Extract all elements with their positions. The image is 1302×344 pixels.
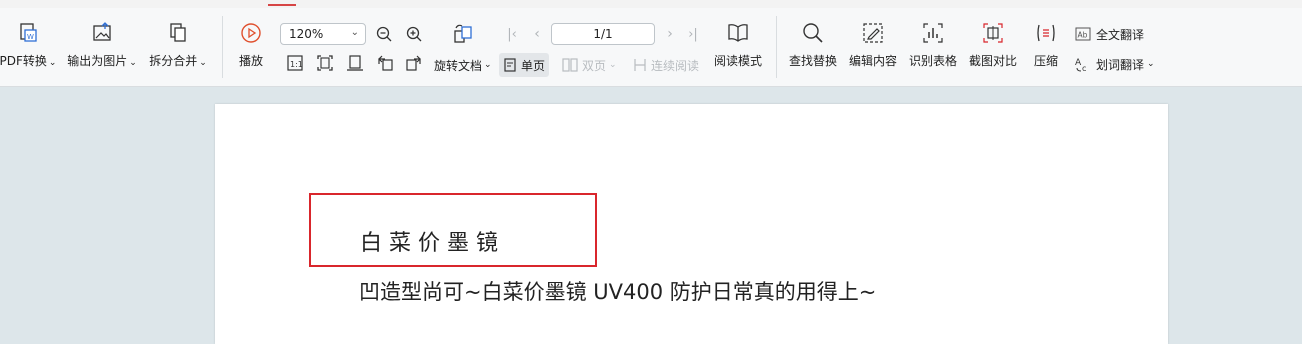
page-indicator: 1/1 bbox=[593, 27, 613, 41]
double-page-icon bbox=[562, 58, 578, 72]
compress-label: 压缩 bbox=[1033, 54, 1058, 68]
svg-text:1:1: 1:1 bbox=[290, 60, 303, 69]
toolbar-divider bbox=[222, 16, 223, 78]
document-title: 白菜价墨镜 bbox=[360, 231, 506, 256]
chevron-down-icon: ⌄ bbox=[48, 58, 57, 68]
page-number-input[interactable]: 1/1 bbox=[551, 23, 655, 45]
svg-text:c: c bbox=[1082, 64, 1086, 72]
pdf-convert-icon: W bbox=[17, 22, 39, 44]
pdf-convert-label: PDF转换 bbox=[0, 54, 47, 68]
screenshot-compare-button[interactable]: 截图对比 bbox=[967, 22, 1019, 69]
zoom-value: 120% bbox=[289, 27, 324, 41]
find-replace-label: 查找替换 bbox=[788, 54, 837, 68]
word-translate-icon: Ac bbox=[1075, 58, 1086, 72]
fit-page-icon bbox=[317, 55, 333, 71]
full-translate-label: 全文翻译 bbox=[1096, 27, 1145, 42]
image-export-icon bbox=[91, 22, 113, 44]
rotate-left-icon bbox=[378, 55, 393, 71]
document-body-text: 凹造型尚可~白菜价墨镜 UV400 防护日常真的用得上~ bbox=[359, 280, 877, 304]
actual-size-button[interactable]: 1:1 bbox=[285, 53, 305, 73]
play-label: 播放 bbox=[238, 54, 263, 68]
first-page-icon: |‹ bbox=[507, 26, 517, 42]
title-bar-strip bbox=[0, 0, 1302, 8]
active-tab-indicator bbox=[268, 4, 296, 6]
fit-width-button[interactable] bbox=[345, 53, 365, 73]
chevron-down-icon: ⌄ bbox=[350, 27, 359, 38]
table-recognize-icon bbox=[922, 22, 944, 44]
full-translate-button[interactable]: Ab 全文翻译 bbox=[1075, 22, 1144, 46]
fit-width-icon bbox=[347, 55, 363, 71]
recognize-table-label: 识别表格 bbox=[908, 54, 957, 68]
word-translate-button[interactable]: Ac 划词翻译 ⌄ bbox=[1075, 52, 1155, 76]
double-page-label: 双页 bbox=[582, 58, 607, 73]
prev-page-button[interactable]: ‹ bbox=[530, 25, 544, 43]
toolbar-divider bbox=[776, 16, 777, 78]
continuous-read-label: 连续阅读 bbox=[651, 58, 700, 73]
pdf-convert-button[interactable]: W PDF转换 ⌄ bbox=[0, 22, 56, 69]
split-merge-label: 拆分合并 bbox=[149, 54, 198, 68]
chevron-right-icon: › bbox=[667, 26, 673, 42]
continuous-read-icon bbox=[634, 59, 646, 71]
svg-text:W: W bbox=[27, 33, 34, 41]
svg-text:Ab: Ab bbox=[1078, 31, 1088, 40]
single-page-icon bbox=[504, 58, 516, 72]
compress-button[interactable]: 压缩 bbox=[1031, 22, 1061, 69]
search-icon bbox=[802, 22, 824, 44]
document-page: 白菜价墨镜 凹造型尚可~白菜价墨镜 UV400 防护日常真的用得上~ bbox=[215, 104, 1168, 344]
play-icon bbox=[240, 22, 262, 44]
edit-content-label: 编辑内容 bbox=[848, 54, 897, 68]
split-merge-icon bbox=[167, 22, 189, 44]
word-translate-label: 划词翻译 bbox=[1096, 57, 1145, 72]
reading-mode-button[interactable]: 阅读模式 bbox=[713, 22, 763, 69]
chevron-down-icon: ⌄ bbox=[199, 58, 207, 68]
double-page-button[interactable]: 双页 ⌄ bbox=[562, 53, 617, 77]
next-page-button[interactable]: › bbox=[663, 25, 677, 43]
svg-text:A: A bbox=[1075, 58, 1082, 68]
screenshot-compare-icon bbox=[982, 22, 1004, 44]
play-button[interactable]: 播放 bbox=[236, 22, 266, 69]
zoom-out-icon bbox=[376, 26, 392, 42]
first-page-button[interactable]: |‹ bbox=[505, 25, 519, 43]
zoom-select[interactable]: 120% ⌄ bbox=[280, 23, 366, 45]
rotate-document-button[interactable]: 旋转文档 ⌄ bbox=[434, 53, 492, 77]
last-page-button[interactable]: ›| bbox=[686, 25, 700, 43]
export-image-label: 输出为图片 bbox=[67, 54, 128, 68]
compress-icon bbox=[1035, 22, 1057, 44]
export-image-button[interactable]: 输出为图片 ⌄ bbox=[66, 22, 138, 69]
zoom-in-button[interactable] bbox=[404, 24, 424, 44]
rotate-document-icon bbox=[451, 22, 475, 46]
reading-mode-label: 阅读模式 bbox=[713, 54, 762, 68]
rotate-right-icon bbox=[406, 55, 421, 71]
chevron-down-icon: ⌄ bbox=[609, 60, 617, 70]
continuous-read-button[interactable]: 连续阅读 bbox=[633, 53, 699, 77]
find-replace-button[interactable]: 查找替换 bbox=[788, 22, 838, 69]
chevron-left-icon: ‹ bbox=[534, 26, 540, 42]
split-merge-button[interactable]: 拆分合并 ⌄ bbox=[147, 22, 209, 69]
recognize-table-button[interactable]: 识别表格 bbox=[908, 22, 958, 69]
single-page-button[interactable]: 单页 bbox=[499, 53, 550, 77]
ribbon-toolbar: W PDF转换 ⌄ 输出为图片 ⌄ 拆分合并 ⌄ 播放 120% ⌄ 1:1 旋… bbox=[0, 8, 1302, 87]
chevron-down-icon: ⌄ bbox=[484, 60, 492, 70]
screenshot-compare-label: 截图对比 bbox=[968, 54, 1017, 68]
last-page-icon: ›| bbox=[688, 26, 698, 42]
edit-icon bbox=[862, 22, 884, 44]
edit-content-button[interactable]: 编辑内容 bbox=[848, 22, 898, 69]
fit-page-button[interactable] bbox=[315, 53, 335, 73]
rotate-document-label: 旋转文档 bbox=[434, 58, 483, 73]
zoom-in-icon bbox=[406, 26, 422, 42]
book-icon bbox=[727, 22, 749, 44]
rotate-right-button[interactable] bbox=[404, 53, 424, 73]
rotate-left-button[interactable] bbox=[375, 53, 395, 73]
chevron-down-icon: ⌄ bbox=[1147, 59, 1155, 69]
single-page-label: 单页 bbox=[521, 58, 546, 73]
chevron-down-icon: ⌄ bbox=[129, 58, 137, 68]
zoom-out-button[interactable] bbox=[374, 24, 394, 44]
actual-size-icon: 1:1 bbox=[287, 55, 303, 71]
translate-icon: Ab bbox=[1075, 27, 1091, 41]
